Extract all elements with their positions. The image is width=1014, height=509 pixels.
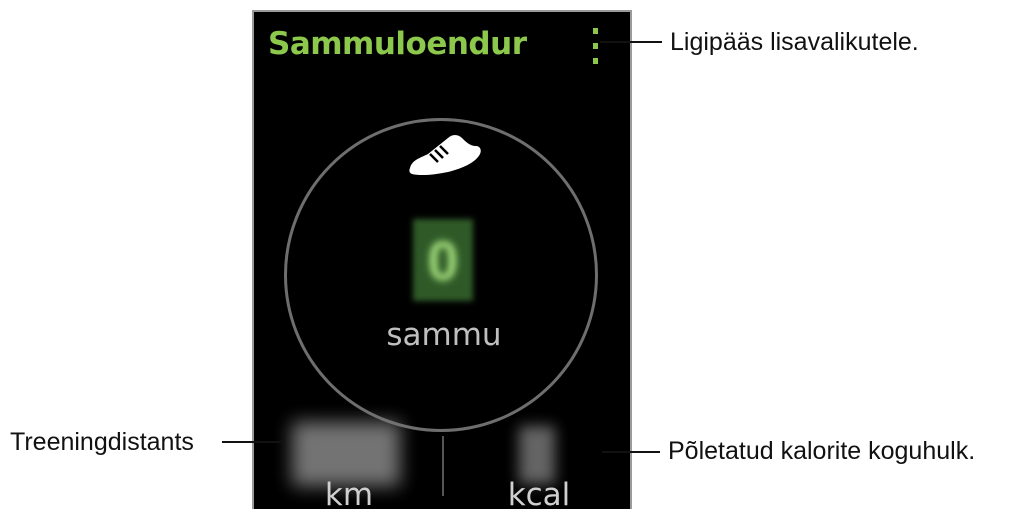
steps-unit-label: sammu (386, 317, 502, 353)
divider (442, 436, 444, 496)
calories-callout-text: Põletatud kalorite koguhulk. (668, 437, 976, 465)
distance-callout-line (222, 441, 284, 443)
step-count: 0 (413, 219, 473, 301)
distance-callout-text: Treeningdistants (10, 428, 194, 456)
menu-callout-line (600, 41, 662, 43)
step-count-value: 0 (427, 228, 459, 292)
shoe-icon (409, 135, 481, 176)
menu-callout-text: Ligipääs lisavalikutele. (670, 28, 919, 56)
distance-unit-label: km (324, 477, 374, 509)
calories-value (519, 426, 555, 484)
calories-callout-line (602, 451, 660, 453)
calories-unit-label: kcal (507, 477, 571, 509)
watch-screen: Sammuloendur 0 sammu km kcal (252, 10, 632, 509)
more-options-icon[interactable] (590, 28, 602, 64)
app-title: Sammuloendur (268, 26, 527, 62)
